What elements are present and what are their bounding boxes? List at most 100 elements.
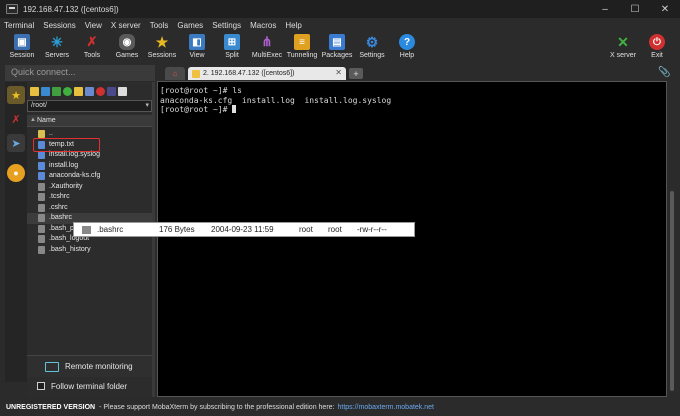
- tools-icon: ✗: [86, 34, 98, 49]
- menu-games[interactable]: Games: [177, 21, 203, 30]
- menu-sessions[interactable]: Sessions: [43, 21, 75, 30]
- multiexec-button[interactable]: ⋔ MultiExec: [247, 33, 287, 63]
- follow-terminal-checkbox[interactable]: [37, 382, 45, 390]
- file-row-xauthority[interactable]: .Xauthority: [27, 182, 152, 193]
- help-icon: ?: [399, 34, 415, 50]
- tooltip-owner: root: [299, 225, 313, 234]
- exit-button[interactable]: ⏻ Exit: [637, 33, 677, 63]
- tunneling-button[interactable]: ≡ Tunneling: [282, 33, 322, 63]
- file-icon: [38, 203, 45, 212]
- folder-up-icon[interactable]: [30, 86, 39, 96]
- multiexec-icon: ⋔: [261, 34, 273, 49]
- servers-icon: ✳: [51, 33, 63, 50]
- terminal-area[interactable]: [root@root ~]# ls anaconda-ks.cfg instal…: [157, 81, 667, 397]
- attachment-icon[interactable]: 📎: [658, 67, 670, 79]
- terminal-cursor: [232, 105, 237, 113]
- menu-bar: Terminal Sessions View X server Tools Ga…: [0, 18, 680, 32]
- download-icon[interactable]: [41, 86, 50, 96]
- subscribe-link[interactable]: https://mobaxterm.mobatek.net: [337, 404, 434, 411]
- tab-bar: ⌂ 2. 192.168.47.132 ([centos6]) ✕ + 📎: [157, 66, 680, 80]
- settings-button[interactable]: ⚙ Settings: [352, 33, 392, 63]
- menu-macros[interactable]: Macros: [250, 21, 276, 30]
- follow-terminal-folder-option[interactable]: Follow terminal folder: [27, 378, 152, 394]
- terminal-scrollbar-thumb[interactable]: [670, 191, 674, 391]
- exit-icon: ⏻: [649, 34, 665, 50]
- file-row-bash-history[interactable]: .bash_history: [27, 245, 152, 256]
- mobaxterm-window: 192.168.47.132 ([centos6]) – ☐ ✕ Termina…: [0, 0, 680, 416]
- file-icon: [38, 245, 45, 254]
- help-button[interactable]: ? Help: [387, 33, 427, 63]
- menu-tools[interactable]: Tools: [150, 21, 169, 30]
- refresh-icon[interactable]: [63, 86, 72, 96]
- sessions-button[interactable]: ★ Sessions: [142, 33, 182, 63]
- tunneling-icon: ≡: [294, 34, 310, 50]
- menu-settings[interactable]: Settings: [212, 21, 241, 30]
- file-row-tcshrc[interactable]: .tcshrc: [27, 192, 152, 203]
- file-icon: [38, 193, 45, 201]
- file-info-tooltip: .bashrc 176 Bytes 2004-09-23 11:59 root …: [73, 222, 415, 237]
- file-panel-scrollbar[interactable]: [152, 82, 155, 397]
- highlight-annotation: [33, 138, 100, 152]
- sessions-star-icon[interactable]: ★: [7, 86, 25, 104]
- remote-monitoring-button[interactable]: Remote monitoring: [27, 355, 152, 377]
- minimize-button[interactable]: –: [590, 0, 620, 18]
- tooltip-size: 176 Bytes: [159, 225, 195, 234]
- new-file-icon[interactable]: [85, 86, 94, 96]
- star-icon: ★: [155, 33, 169, 50]
- upload-icon[interactable]: [52, 86, 61, 96]
- tooltip-group: root: [328, 225, 342, 234]
- tab-session-2[interactable]: 2. 192.168.47.132 ([centos6]) ✕: [188, 67, 346, 80]
- split-icon: ⊞: [224, 34, 240, 50]
- new-tab-button[interactable]: +: [349, 68, 363, 79]
- close-tab-icon[interactable]: ✕: [335, 68, 342, 77]
- properties-icon[interactable]: [118, 86, 127, 96]
- path-field[interactable]: /root/ ▾: [27, 100, 152, 112]
- monitor-icon: [45, 361, 59, 372]
- menu-help[interactable]: Help: [285, 21, 301, 30]
- maximize-button[interactable]: ☐: [620, 0, 650, 18]
- file-row-cshrc[interactable]: .cshrc: [27, 203, 152, 214]
- packages-button[interactable]: ▤ Packages: [317, 33, 357, 63]
- tools-button[interactable]: ✗ Tools: [72, 33, 112, 63]
- name-column-header[interactable]: ▲ Name: [27, 115, 152, 127]
- split-button[interactable]: ⊞ Split: [212, 33, 252, 63]
- sftp-panel: /root/ ▾ ▲ Name .. temp.txt install.log.…: [27, 82, 152, 397]
- tooltip-permissions: -rw-r--r--: [357, 225, 387, 234]
- rename-icon[interactable]: [107, 86, 116, 96]
- delete-icon[interactable]: [96, 86, 105, 96]
- session-button[interactable]: ▣ Session: [2, 33, 42, 63]
- side-strip: ★ ✗ ➤ ●: [5, 82, 27, 382]
- file-icon: [38, 214, 45, 222]
- terminal-scrollbar[interactable]: [668, 81, 676, 397]
- file-toolbar: [27, 84, 152, 98]
- file-row-anaconda-ks-cfg[interactable]: anaconda-ks.cfg: [27, 171, 152, 182]
- view-button[interactable]: ◧ View: [177, 33, 217, 63]
- sftp-icon[interactable]: ➤: [7, 134, 25, 152]
- status-bar: UNREGISTERED VERSION - Please support Mo…: [0, 399, 680, 416]
- session-tab-icon: [192, 69, 200, 78]
- quick-connect-input[interactable]: Quick connect...: [5, 65, 155, 81]
- chevron-down-icon[interactable]: ▾: [145, 101, 149, 109]
- title-bar: 192.168.47.132 ([centos6]) – ☐ ✕: [0, 0, 680, 18]
- file-icon: [38, 235, 45, 243]
- menu-x-server[interactable]: X server: [111, 21, 141, 30]
- file-icon: [38, 172, 45, 180]
- menu-terminal[interactable]: Terminal: [4, 21, 34, 30]
- file-row-install-log[interactable]: install.log: [27, 161, 152, 172]
- menu-view[interactable]: View: [85, 21, 102, 30]
- version-label: UNREGISTERED VERSION: [6, 404, 96, 411]
- tools-side-icon[interactable]: ✗: [7, 110, 25, 128]
- home-tab[interactable]: ⌂: [165, 67, 185, 80]
- terminal-prompt-line: [root@root ~]#: [160, 105, 664, 115]
- games-button[interactable]: ◉ Games: [107, 33, 147, 63]
- close-window-button[interactable]: ✕: [650, 0, 680, 18]
- servers-button[interactable]: ✳ Servers: [37, 33, 77, 63]
- tooltip-name: .bashrc: [97, 225, 124, 234]
- packages-icon: ▤: [329, 34, 345, 50]
- window-title: 192.168.47.132 ([centos6]): [23, 4, 119, 14]
- session-icon: ▣: [14, 34, 30, 50]
- terminal-line: [root@root ~]# ls: [160, 86, 242, 95]
- toolbar: ▣ Session ✳ Servers ✗ Tools ◉ Games ★ Se…: [0, 32, 680, 64]
- macros-icon[interactable]: ●: [7, 164, 25, 182]
- new-folder-icon[interactable]: [74, 86, 83, 96]
